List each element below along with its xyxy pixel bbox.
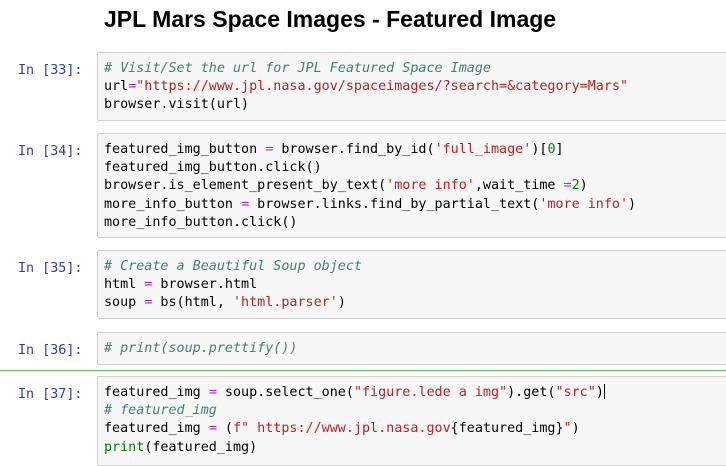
code-token: browser.is_element_present_by_text(: [104, 178, 387, 194]
code-line: # Create a Beautiful Soup object: [104, 259, 362, 274]
code-line: soup = bs(html, 'html.parser'): [104, 295, 346, 310]
code-token: featured_img: [104, 421, 209, 437]
code-token: )[: [531, 142, 548, 157]
code-editor[interactable]: featured_img_button = browser.find_by_id…: [98, 134, 726, 232]
code-token: "https://www.jpl.nasa.gov/spaceimages/?s…: [136, 79, 629, 95]
code-line: # Visit/Set the url for JPL Featured Spa…: [104, 61, 491, 76]
cell-prompt: In [36]:: [18, 343, 83, 358]
code-token: html: [104, 277, 145, 293]
code-line: featured_img_button.click(): [104, 160, 322, 175]
cell-input-area[interactable]: # Visit/Set the url for JPL Featured Spa…: [97, 52, 726, 121]
code-token: print: [104, 439, 145, 455]
code-token: ): [628, 196, 637, 212]
code-token: # Visit/Set the url for JPL Featured Spa…: [104, 61, 491, 76]
code-line: html = browser.html: [104, 277, 257, 292]
code-token: ): [571, 421, 580, 437]
code-line: more_info_button.click(): [104, 215, 297, 230]
code-token: ).get(: [507, 385, 556, 400]
code-token: =: [208, 385, 217, 400]
code-token: url: [104, 79, 129, 95]
notebook-heading: JPL Mars Space Images - Featured Image: [104, 6, 557, 32]
code-token: (featured_img): [144, 439, 258, 455]
code-line: url="https://www.jpl.nasa.gov/spaceimage…: [104, 79, 628, 94]
code-token: {featured_img}: [450, 421, 564, 437]
code-line: # print(soup.prettify()): [104, 341, 297, 356]
code-line: # featured_img: [104, 403, 217, 418]
code-token: browser.links.find_by_partial_text(: [249, 196, 540, 212]
cell-prompt: In [35]:: [18, 261, 83, 276]
code-token: bs(html,: [152, 295, 233, 311]
code-editor[interactable]: # Create a Beautiful Soup object html = …: [98, 251, 726, 313]
code-token: =: [241, 196, 250, 212]
code-token: # Create a Beautiful Soup object: [104, 259, 362, 274]
code-editor[interactable]: # print(soup.prettify()): [98, 333, 726, 358]
code-token: featured_img_button: [104, 142, 266, 157]
code-line: browser.is_element_present_by_text('more…: [104, 178, 588, 193]
cell-prompt: In [33]:: [18, 63, 83, 78]
code-token: ): [595, 385, 604, 400]
code-token: 2: [571, 178, 580, 194]
cell-input-area[interactable]: # print(soup.prettify()): [97, 332, 726, 365]
code-token: ": [563, 421, 572, 437]
code-token: f" https://www.jpl.nasa.gov: [233, 421, 451, 437]
code-token: 'more info': [386, 178, 475, 194]
code-token: "figure.lede a img": [353, 385, 508, 400]
code-token: soup.select_one(: [216, 385, 354, 400]
code-line: featured_img = soup.select_one("figure.l…: [104, 384, 605, 400]
cell-prompt: In [34]:: [18, 144, 83, 159]
code-line: featured_img_button = browser.find_by_id…: [104, 142, 564, 157]
code-token: # featured_img: [104, 403, 217, 419]
code-token: browser.visit(url): [104, 97, 250, 113]
code-token: browser.find_by_id(: [273, 142, 435, 157]
code-token: (: [216, 421, 233, 437]
code-line: browser.visit(url): [104, 97, 249, 112]
code-token: 'full_image': [434, 142, 532, 157]
code-token: =: [208, 421, 217, 437]
code-token: 'html.parser': [233, 295, 338, 311]
code-token: featured_img_button.click(): [104, 160, 322, 176]
code-line: print(featured_img): [104, 440, 257, 455]
cell-input-area[interactable]: featured_img_button = browser.find_by_id…: [97, 133, 726, 238]
cell-prompt: In [37]:: [18, 387, 83, 402]
text-cursor: [603, 384, 605, 399]
code-editor[interactable]: featured_img = soup.select_one("figure.l…: [98, 377, 726, 457]
code-token: ]: [555, 142, 564, 157]
code-editor[interactable]: # Visit/Set the url for JPL Featured Spa…: [98, 53, 726, 115]
selected-cell-indicator: [0, 370, 726, 371]
code-token: featured_img: [104, 385, 209, 400]
code-token: 0: [547, 142, 556, 157]
code-token: more_info_button.click(): [104, 214, 298, 230]
code-token: 'more info': [539, 196, 629, 212]
cell-input-area[interactable]: featured_img = soup.select_one("figure.l…: [97, 376, 726, 466]
code-token: ): [579, 178, 588, 194]
code-line: featured_img = (f" https://www.jpl.nasa.…: [104, 421, 580, 436]
cell-input-area[interactable]: # Create a Beautiful Soup object html = …: [97, 250, 726, 319]
code-token: =: [563, 178, 572, 194]
code-token: ): [337, 295, 346, 311]
code-token: "src": [555, 385, 596, 400]
code-token: ,wait_time: [474, 178, 564, 194]
code-token: browser.html: [152, 277, 258, 293]
code-line: more_info_button = browser.links.find_by…: [104, 197, 636, 212]
code-token: soup: [104, 295, 145, 311]
code-token: more_info_button: [104, 196, 242, 212]
code-token: # print(soup.prettify()): [104, 341, 298, 356]
